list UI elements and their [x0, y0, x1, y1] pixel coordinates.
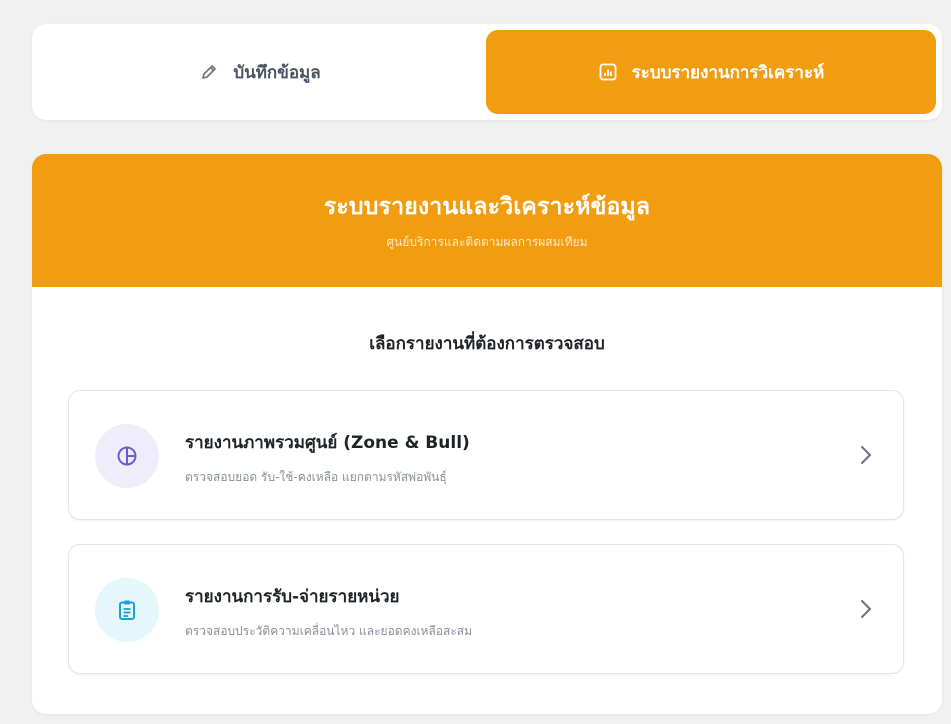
panel-header: ระบบรายงานและวิเคราะห์ข้อมูล ศูนย์บริการ… — [32, 154, 942, 287]
chart-icon — [598, 62, 618, 82]
pencil-icon — [199, 62, 219, 82]
report-item-text: รายงานภาพรวมศูนย์ (Zone & Bull) ตรวจสอบย… — [185, 429, 470, 487]
tab-record-label: บันทึกข้อมูล — [233, 62, 321, 83]
tab-bar: บันทึกข้อมูล ระบบรายงานการวิเคราะห์ — [32, 24, 942, 120]
report-item-description: ตรวจสอบประวัติความเคลื่อนไหว และยอดคงเหล… — [185, 624, 473, 638]
chevron-right-icon — [859, 595, 873, 627]
panel-title: ระบบรายงานและวิเคราะห์ข้อมูล — [323, 194, 651, 220]
report-item-title: รายงานภาพรวมศูนย์ (Zone & Bull) — [185, 433, 470, 453]
report-item-title: รายงานการรับ-จ่ายรายหน่วย — [185, 587, 400, 607]
report-item-description: ตรวจสอบยอด รับ-ใช้-คงเหลือ แยกตามรหัสพ่อ… — [185, 470, 447, 484]
clipboard-icon — [95, 578, 159, 642]
tab-report-label: ระบบรายงานการวิเคราะห์ — [631, 62, 825, 83]
pie-chart-icon — [95, 424, 159, 488]
report-item-zone-bull[interactable]: รายงานภาพรวมศูนย์ (Zone & Bull) ตรวจสอบย… — [68, 390, 904, 520]
section-title: เลือกรายงานที่ต้องการตรวจสอบ — [369, 334, 605, 354]
report-item-unit-receive-issue[interactable]: รายงานการรับ-จ่ายรายหน่วย ตรวจสอบประวัติ… — [68, 544, 904, 674]
chevron-right-icon — [859, 441, 873, 473]
report-item-text: รายงานการรับ-จ่ายรายหน่วย ตรวจสอบประวัติ… — [185, 583, 472, 641]
panel-subtitle: ศูนย์บริการและติดตามผลการผสมเทียม — [386, 235, 588, 249]
tab-analysis-report[interactable]: ระบบรายงานการวิเคราะห์ — [486, 30, 936, 114]
tab-record-data[interactable]: บันทึกข้อมูล — [40, 30, 480, 114]
report-panel: ระบบรายงานและวิเคราะห์ข้อมูล ศูนย์บริการ… — [32, 154, 942, 714]
